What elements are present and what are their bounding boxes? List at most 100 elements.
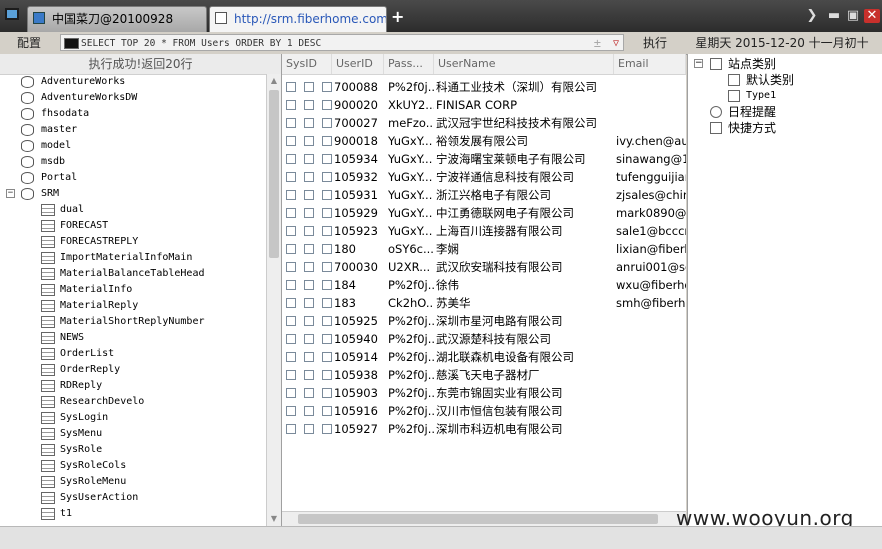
tree-table-item[interactable]: ImportMaterialInfoMain: [0, 250, 266, 266]
table-row[interactable]: 105916 P%2f0j... 汉川市恒信包装有限公司: [282, 402, 686, 420]
column-header[interactable]: Pass...: [384, 54, 434, 74]
tree-database-item[interactable]: − SRM: [0, 186, 266, 202]
scroll-up-icon[interactable]: ▲: [267, 74, 281, 88]
row-checkbox[interactable]: [304, 208, 314, 218]
tree-table-item[interactable]: ResearchDevelo: [0, 394, 266, 410]
row-checkbox[interactable]: [286, 190, 296, 200]
row-checkbox[interactable]: [304, 370, 314, 380]
collapse-icon[interactable]: −: [6, 189, 15, 198]
row-checkbox[interactable]: [322, 172, 332, 182]
tab-scroll-right-icon[interactable]: ❯: [804, 9, 820, 23]
tree-table-item[interactable]: FORECASTREPLY: [0, 234, 266, 250]
scroll-down-icon[interactable]: ▼: [267, 512, 281, 526]
row-checkbox[interactable]: [322, 262, 332, 272]
row-checkbox[interactable]: [322, 208, 332, 218]
row-checkbox[interactable]: [322, 388, 332, 398]
table-row[interactable]: 105931 YuGxY...浙江兴格电子有限公司 zjsales@china-: [282, 186, 686, 204]
table-row[interactable]: 105940 P%2f0j... 武汉源楚科技有限公司: [282, 330, 686, 348]
row-checkbox[interactable]: [286, 136, 296, 146]
grid-horizontal-scrollbar[interactable]: [282, 511, 686, 526]
row-checkbox[interactable]: [304, 334, 314, 344]
row-checkbox[interactable]: [322, 334, 332, 344]
table-row[interactable]: 180 oSY6c...李娴 lixian@fiberhor: [282, 240, 686, 258]
row-checkbox[interactable]: [322, 298, 332, 308]
tab-srm-site[interactable]: http://srm.fiberhome.com.cn/...: [209, 6, 387, 32]
tree-table-item[interactable]: SysRole: [0, 442, 266, 458]
table-row[interactable]: 105914 P%2f0j... 湖北联森机电设备有限公司: [282, 348, 686, 366]
table-row[interactable]: 105938 P%2f0j... 慈溪飞天电子器材厂: [282, 366, 686, 384]
row-checkbox[interactable]: [286, 82, 296, 92]
row-checkbox[interactable]: [286, 406, 296, 416]
table-row[interactable]: 184 P%2f0j...徐伟 wxu@fiberhom: [282, 276, 686, 294]
row-checkbox[interactable]: [304, 190, 314, 200]
tree-table-item[interactable]: SysUserAction: [0, 490, 266, 506]
row-checkbox[interactable]: [286, 280, 296, 290]
minimize-button[interactable]: ▬: [826, 9, 842, 23]
row-checkbox[interactable]: [286, 424, 296, 434]
tree-table-item[interactable]: MaterialShortReplyNumber: [0, 314, 266, 330]
tree-table-item[interactable]: dual: [0, 202, 266, 218]
clear-icon[interactable]: ±: [594, 35, 601, 52]
table-row[interactable]: 700030 U2XR... 武汉欣安瑞科技有限公司 anrui001@soh: [282, 258, 686, 276]
row-checkbox[interactable]: [322, 136, 332, 146]
row-checkbox[interactable]: [322, 190, 332, 200]
row-checkbox[interactable]: [322, 154, 332, 164]
sql-input[interactable]: SELECT TOP 20 * FROM Users ORDER BY 1 DE…: [60, 34, 624, 51]
row-checkbox[interactable]: [322, 424, 332, 434]
tree-table-item[interactable]: RDReply: [0, 378, 266, 394]
table-row[interactable]: 105923 YuGxY...上海百川连接器有限公司 sale1@bcccn.: [282, 222, 686, 240]
row-checkbox[interactable]: [304, 82, 314, 92]
scroll-thumb[interactable]: [269, 90, 279, 258]
column-header[interactable]: UserName: [434, 54, 614, 74]
row-checkbox[interactable]: [304, 154, 314, 164]
row-checkbox[interactable]: [286, 316, 296, 326]
row-checkbox[interactable]: [286, 208, 296, 218]
tree-table-item[interactable]: SysRoleCols: [0, 458, 266, 474]
row-checkbox[interactable]: [304, 100, 314, 110]
row-checkbox[interactable]: [304, 298, 314, 308]
table-row[interactable]: 105934 YuGxY...宁波海曙宝莱顿电子有限公司 sinawang@163: [282, 150, 686, 168]
row-checkbox[interactable]: [304, 352, 314, 362]
new-tab-button[interactable]: +: [391, 9, 404, 25]
row-checkbox[interactable]: [304, 226, 314, 236]
row-checkbox[interactable]: [304, 424, 314, 434]
row-checkbox[interactable]: [286, 352, 296, 362]
tree-table-item[interactable]: FORECAST: [0, 218, 266, 234]
column-header[interactable]: UserID: [332, 54, 384, 74]
tree-table-item[interactable]: OrderList: [0, 346, 266, 362]
row-checkbox[interactable]: [322, 82, 332, 92]
tree-table-item[interactable]: t1: [0, 506, 266, 522]
tree-database-item[interactable]: msdb: [0, 154, 266, 170]
row-checkbox[interactable]: [286, 154, 296, 164]
row-checkbox[interactable]: [304, 172, 314, 182]
table-row[interactable]: 105929 YuGxY...中江勇德联网电子有限公司 mark0890@ud: [282, 204, 686, 222]
row-checkbox[interactable]: [322, 226, 332, 236]
tree-table-item[interactable]: SysLogin: [0, 410, 266, 426]
row-checkbox[interactable]: [286, 118, 296, 128]
row-checkbox[interactable]: [286, 244, 296, 254]
row-checkbox[interactable]: [322, 370, 332, 380]
config-button[interactable]: 配置: [6, 34, 52, 52]
close-button[interactable]: ✕: [864, 9, 880, 23]
tree-database-item[interactable]: Portal: [0, 170, 266, 186]
row-checkbox[interactable]: [286, 388, 296, 398]
row-checkbox[interactable]: [304, 118, 314, 128]
chevron-down-icon[interactable]: ▽: [613, 35, 619, 52]
table-row[interactable]: 105903 P%2f0j... 东莞市锦固实业有限公司: [282, 384, 686, 402]
column-header[interactable]: Email: [614, 54, 686, 74]
row-checkbox[interactable]: [304, 244, 314, 254]
tree-table-item[interactable]: SysMenu: [0, 426, 266, 442]
execute-button[interactable]: 执行: [632, 34, 678, 52]
row-checkbox[interactable]: [322, 118, 332, 128]
table-row[interactable]: 900020 XkUY2... FINISAR CORP: [282, 96, 686, 114]
row-checkbox[interactable]: [304, 388, 314, 398]
row-checkbox[interactable]: [286, 172, 296, 182]
row-checkbox[interactable]: [286, 100, 296, 110]
tree-table-item[interactable]: MaterialReply: [0, 298, 266, 314]
row-checkbox[interactable]: [322, 352, 332, 362]
table-row[interactable]: 700088 P%2f0j... 科通工业技术（深圳）有限公司: [282, 78, 686, 96]
tree-scrollbar[interactable]: ▲ ▼: [266, 74, 281, 526]
tree-database-item[interactable]: master: [0, 122, 266, 138]
table-row[interactable]: 105927 P%2f0j... 深圳市科迈机电有限公司: [282, 420, 686, 438]
tree-table-item[interactable]: MaterialInfo: [0, 282, 266, 298]
